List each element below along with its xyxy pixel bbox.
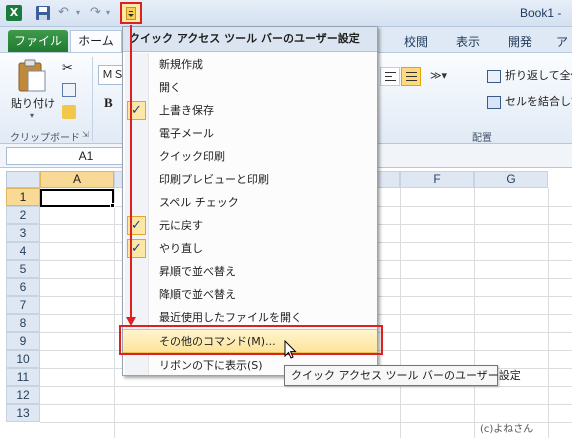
menu-item-undo[interactable]: ✓ 元に戻す bbox=[123, 214, 377, 237]
gridline bbox=[114, 188, 115, 438]
row-header[interactable]: 10 bbox=[6, 350, 40, 368]
tab-file[interactable]: ファイル bbox=[8, 30, 68, 52]
row-header[interactable]: 12 bbox=[6, 386, 40, 404]
group-divider bbox=[92, 57, 93, 141]
menu-item-print-preview[interactable]: 印刷プレビューと印刷 bbox=[123, 168, 377, 191]
redo-icon[interactable]: ↷ bbox=[90, 5, 106, 21]
paste-dropdown-icon[interactable]: ▾ bbox=[30, 111, 34, 120]
row-header[interactable]: 7 bbox=[6, 296, 40, 314]
menu-item-quick-print[interactable]: クイック印刷 bbox=[123, 145, 377, 168]
menu-item-label: スペル チェック bbox=[159, 196, 239, 209]
row-header[interactable]: 3 bbox=[6, 224, 40, 242]
menu-item-label: 印刷プレビューと印刷 bbox=[159, 173, 269, 186]
menu-item-save[interactable]: ✓ 上書き保存 bbox=[123, 99, 377, 122]
menu-item-new[interactable]: 新規作成 bbox=[123, 53, 377, 76]
row-header[interactable]: 1 bbox=[6, 188, 40, 206]
active-cell[interactable] bbox=[40, 189, 114, 207]
clipboard-group-label: クリップボード bbox=[10, 133, 80, 144]
paste-icon[interactable] bbox=[16, 59, 48, 93]
menu-item-label: 電子メール bbox=[159, 127, 214, 140]
customize-qat-button[interactable] bbox=[120, 2, 142, 24]
menu-header: クイック アクセス ツール バーのユーザー設定 bbox=[123, 27, 377, 52]
title-bar: X ↶ ▾ ↷ ▾ Book1 - bbox=[0, 0, 572, 27]
gridline bbox=[40, 404, 572, 405]
customize-qat-icon bbox=[126, 7, 136, 20]
tab-more[interactable]: ア bbox=[556, 33, 568, 50]
fill-handle[interactable] bbox=[110, 203, 115, 208]
row-header[interactable]: 5 bbox=[6, 260, 40, 278]
undo-dropdown-icon[interactable]: ▾ bbox=[76, 5, 84, 21]
column-header[interactable]: A bbox=[40, 171, 114, 188]
column-header[interactable]: F bbox=[400, 171, 474, 188]
annotation-arrow bbox=[130, 25, 132, 321]
menu-item-email[interactable]: 電子メール bbox=[123, 122, 377, 145]
tab-home[interactable]: ホーム bbox=[70, 30, 122, 52]
row-header[interactable]: 9 bbox=[6, 332, 40, 350]
menu-item-redo[interactable]: ✓ やり直し bbox=[123, 237, 377, 260]
menu-item-spell-check[interactable]: スペル チェック bbox=[123, 191, 377, 214]
gridline bbox=[400, 188, 401, 438]
align-left-button[interactable] bbox=[380, 67, 400, 86]
tab-review[interactable]: 校閲 bbox=[404, 33, 428, 50]
row-header[interactable]: 6 bbox=[6, 278, 40, 296]
align-line bbox=[406, 76, 417, 77]
tooltip: クイック アクセス ツール バーのユーザー設定 bbox=[284, 365, 521, 386]
menu-item-sort-ascending[interactable]: 昇順で並べ替え bbox=[123, 260, 377, 283]
copy-icon[interactable] bbox=[62, 83, 76, 97]
undo-icon[interactable]: ↶ bbox=[58, 5, 74, 21]
gridline bbox=[40, 386, 572, 387]
menu-item-label: 新規作成 bbox=[159, 58, 203, 71]
window-title: Book1 - bbox=[520, 6, 562, 20]
row-header[interactable]: 4 bbox=[6, 242, 40, 260]
align-line bbox=[385, 72, 396, 73]
cut-icon[interactable]: ✂ bbox=[62, 61, 73, 76]
tab-view[interactable]: 表示 bbox=[456, 33, 480, 50]
select-all-corner[interactable] bbox=[6, 171, 40, 188]
customize-bar-icon bbox=[129, 11, 133, 12]
gridline bbox=[548, 188, 549, 438]
menu-item-label: 上書き保存 bbox=[159, 104, 214, 117]
qat-customize-menu: クイック アクセス ツール バーのユーザー設定 新規作成 開く ✓ 上書き保存 電… bbox=[122, 26, 378, 376]
row-header[interactable]: 11 bbox=[6, 368, 40, 386]
menu-item-label: リボンの下に表示(S) bbox=[159, 359, 263, 372]
chevron-down-icon bbox=[128, 14, 134, 17]
watermark: (c)よねさん bbox=[480, 424, 534, 435]
annotation-highlight bbox=[119, 325, 383, 355]
menu-item-label: 開く bbox=[159, 81, 181, 94]
menu-item-label: 昇順で並べ替え bbox=[159, 265, 236, 278]
align-line bbox=[385, 76, 392, 77]
menu-item-label: 最近使用したファイルを開く bbox=[159, 311, 302, 324]
paste-button-label[interactable]: 貼り付け bbox=[11, 95, 55, 111]
row-header[interactable]: 8 bbox=[6, 314, 40, 332]
mouse-cursor-icon bbox=[284, 340, 297, 359]
row-header[interactable]: 2 bbox=[6, 206, 40, 224]
menu-item-open[interactable]: 開く bbox=[123, 76, 377, 99]
save-icon[interactable] bbox=[35, 5, 51, 21]
menu-item-label: クイック印刷 bbox=[159, 150, 225, 163]
excel-app-icon[interactable]: X bbox=[6, 5, 22, 21]
menu-item-label: 降順で並べ替え bbox=[159, 288, 236, 301]
column-header[interactable]: G bbox=[474, 171, 548, 188]
align-line bbox=[385, 80, 396, 81]
alignment-group-label: 配置 bbox=[472, 133, 492, 144]
menu-item-sort-descending[interactable]: 降順で並べ替え bbox=[123, 283, 377, 306]
orientation-icon[interactable]: ≫▾ bbox=[430, 69, 447, 82]
dialog-launcher-icon[interactable]: ⇲ bbox=[82, 130, 89, 139]
format-painter-icon[interactable] bbox=[62, 105, 76, 119]
wrap-text-button[interactable]: 折り返して全体 bbox=[485, 67, 572, 87]
gridline bbox=[474, 188, 475, 438]
align-line bbox=[406, 72, 417, 73]
merge-center-button[interactable]: セルを結合して bbox=[485, 93, 572, 113]
menu-item-label: 元に戻す bbox=[159, 219, 203, 232]
align-center-button[interactable] bbox=[401, 67, 421, 86]
align-line bbox=[406, 80, 417, 81]
bold-icon[interactable]: B bbox=[104, 95, 113, 111]
tab-developer[interactable]: 開発 bbox=[508, 33, 532, 50]
redo-dropdown-icon[interactable]: ▾ bbox=[106, 5, 114, 21]
row-header[interactable]: 13 bbox=[6, 404, 40, 422]
menu-item-label: やり直し bbox=[159, 242, 203, 255]
